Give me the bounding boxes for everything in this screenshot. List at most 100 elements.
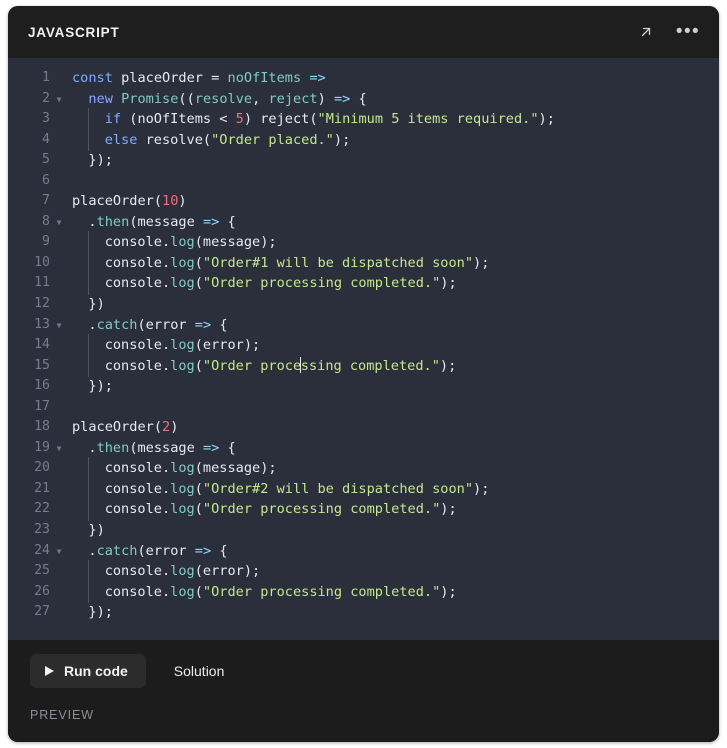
fold-chevron-down-icon[interactable]: ▼ bbox=[52, 212, 66, 234]
line-number: 21 bbox=[34, 480, 50, 496]
code-line[interactable]: 19 ▼ .then(message => { bbox=[8, 438, 719, 459]
code-line-text: console.log(message); bbox=[66, 457, 719, 480]
code-line[interactable]: 21 console.log("Order#2 will be dispatch… bbox=[8, 477, 719, 501]
code-line-text: placeOrder(2) bbox=[72, 419, 179, 436]
line-number: 4 bbox=[42, 131, 50, 147]
line-number: 23 bbox=[34, 522, 50, 538]
line-number: 17 bbox=[34, 398, 50, 414]
code-line[interactable]: 7 placeOrder(10) bbox=[8, 191, 719, 212]
fold-chevron-down-icon[interactable]: ▼ bbox=[52, 541, 66, 563]
code-line-text: .catch(error => { bbox=[88, 316, 228, 333]
editor-toolbar: Run code Solution bbox=[8, 640, 719, 703]
code-line[interactable]: 6 bbox=[8, 171, 719, 192]
code-line[interactable]: 26 console.log("Order processing complet… bbox=[8, 580, 719, 603]
code-line-text: placeOrder(10) bbox=[72, 193, 187, 210]
line-number: 6 bbox=[42, 172, 50, 188]
line-number: 1 bbox=[42, 70, 50, 85]
code-line-text: else resolve("Order placed."); bbox=[66, 128, 719, 151]
code-line[interactable]: 4 else resolve("Order placed."); bbox=[8, 128, 719, 151]
page-root: JAVASCRIPT ••• 1 const placeOrder = noOfI… bbox=[0, 0, 727, 748]
code-line-text: console.log(error); bbox=[66, 334, 719, 357]
more-options-dots: ••• bbox=[675, 21, 701, 42]
line-number: 16 bbox=[34, 378, 50, 394]
line-number: 14 bbox=[34, 337, 50, 353]
code-line[interactable]: 23 }) bbox=[8, 520, 719, 541]
code-line-text: }) bbox=[88, 296, 105, 313]
preview-label: PREVIEW bbox=[30, 708, 94, 723]
code-line[interactable]: 24 ▼ .catch(error => { bbox=[8, 541, 719, 562]
code-line[interactable]: 9 console.log(message); bbox=[8, 231, 719, 254]
code-line[interactable]: 8 ▼ .then(message => { bbox=[8, 212, 719, 233]
code-line-text: console.log(message); bbox=[66, 231, 719, 254]
code-line-text: console.log("Order processing completed.… bbox=[66, 354, 719, 377]
code-line-text: }); bbox=[88, 604, 113, 621]
line-number: 19 bbox=[34, 439, 50, 455]
line-number: 9 bbox=[42, 234, 50, 250]
code-line[interactable]: 22 console.log("Order processing complet… bbox=[8, 498, 719, 521]
code-line-text: if (noOfItems < 5) reject("Minimum 5 ite… bbox=[66, 108, 719, 131]
fold-chevron-down-icon[interactable]: ▼ bbox=[52, 89, 66, 111]
code-line[interactable]: 15 console.log("Order processing complet… bbox=[8, 354, 719, 377]
code-line-text: console.log("Order#2 will be dispatched … bbox=[66, 477, 719, 501]
run-code-label: Run code bbox=[64, 663, 128, 680]
line-number: 25 bbox=[34, 563, 50, 579]
code-line-text: }) bbox=[88, 522, 105, 539]
text-cursor bbox=[300, 356, 302, 373]
solution-link[interactable]: Solution bbox=[174, 663, 225, 679]
run-code-button[interactable]: Run code bbox=[30, 654, 146, 689]
code-line[interactable]: 17 bbox=[8, 397, 719, 418]
code-line-text: const placeOrder = noOfItems => bbox=[72, 70, 326, 86]
line-number: 12 bbox=[34, 296, 50, 312]
code-line-text: console.log("Order#1 will be dispatched … bbox=[66, 251, 719, 275]
code-line-text: console.log("Order processing completed.… bbox=[66, 272, 719, 295]
line-number: 8 bbox=[42, 213, 50, 229]
code-line-text: .then(message => { bbox=[88, 213, 236, 230]
fold-chevron-down-icon[interactable]: ▼ bbox=[52, 315, 66, 337]
line-number: 13 bbox=[34, 316, 50, 332]
editor-header: JAVASCRIPT ••• bbox=[8, 6, 719, 58]
code-line[interactable]: 27 }); bbox=[8, 602, 719, 623]
code-line-text: .then(message => { bbox=[88, 439, 236, 456]
line-number: 11 bbox=[34, 275, 50, 291]
line-number: 5 bbox=[42, 152, 50, 168]
code-line-text: console.log("Order processing completed.… bbox=[66, 580, 719, 603]
line-number: 2 bbox=[42, 90, 50, 106]
line-number: 20 bbox=[34, 460, 50, 476]
code-line-text: new Promise((resolve, reject) => { bbox=[88, 90, 367, 107]
code-line-text: }); bbox=[88, 378, 113, 395]
line-number: 18 bbox=[34, 419, 50, 435]
code-line[interactable]: 3 if (noOfItems < 5) reject("Minimum 5 i… bbox=[8, 108, 719, 131]
code-editor-card: JAVASCRIPT ••• 1 const placeOrder = noOfI… bbox=[8, 6, 719, 742]
line-number: 24 bbox=[34, 542, 50, 558]
more-options-icon[interactable]: ••• bbox=[675, 19, 701, 45]
line-number: 3 bbox=[42, 111, 50, 127]
line-number: 10 bbox=[34, 254, 50, 270]
code-line[interactable]: 20 console.log(message); bbox=[8, 457, 719, 480]
play-icon bbox=[45, 666, 54, 677]
code-line[interactable]: 1 const placeOrder = noOfItems => bbox=[8, 68, 719, 89]
line-number: 27 bbox=[34, 604, 50, 620]
code-line[interactable]: 11 console.log("Order processing complet… bbox=[8, 272, 719, 295]
code-line[interactable]: 12 }) bbox=[8, 294, 719, 315]
code-line[interactable]: 14 console.log(error); bbox=[8, 334, 719, 357]
expand-arrow-icon[interactable] bbox=[633, 19, 659, 45]
code-line[interactable]: 16 }); bbox=[8, 376, 719, 397]
line-number: 15 bbox=[34, 357, 50, 373]
line-number: 22 bbox=[34, 501, 50, 517]
code-line[interactable]: 10 console.log("Order#1 will be dispatch… bbox=[8, 251, 719, 275]
code-line[interactable]: 25 console.log(error); bbox=[8, 560, 719, 583]
fold-chevron-down-icon[interactable]: ▼ bbox=[52, 438, 66, 460]
code-line-text: console.log(error); bbox=[66, 560, 719, 583]
language-label: JAVASCRIPT bbox=[28, 24, 120, 40]
line-number: 7 bbox=[42, 193, 50, 209]
code-line-text: }); bbox=[88, 152, 113, 169]
code-line[interactable]: 13 ▼ .catch(error => { bbox=[8, 315, 719, 336]
line-number: 26 bbox=[34, 583, 50, 599]
code-lines-container: 1 const placeOrder = noOfItems => 2 ▼ new P… bbox=[8, 68, 719, 623]
code-line-text: console.log("Order processing completed.… bbox=[66, 498, 719, 521]
code-line-text: .catch(error => { bbox=[88, 542, 228, 559]
code-line[interactable]: 5 }); bbox=[8, 150, 719, 171]
code-line[interactable]: 18 placeOrder(2) bbox=[8, 417, 719, 438]
code-line[interactable]: 2 ▼ new Promise((resolve, reject) => { bbox=[8, 89, 719, 110]
code-editor-area[interactable]: 1 const placeOrder = noOfItems => 2 ▼ new P… bbox=[8, 58, 719, 641]
